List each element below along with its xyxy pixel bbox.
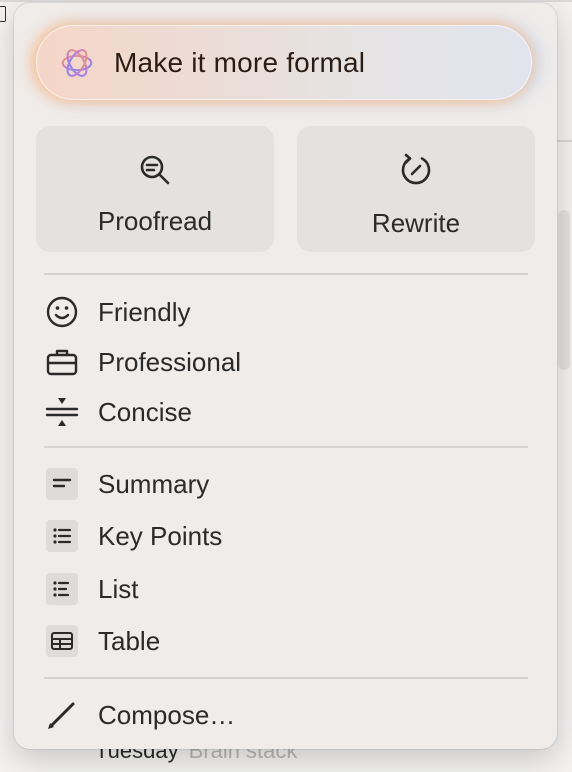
divider [44,677,528,679]
background-left-control [0,0,6,30]
prompt-text: Make it more formal [114,46,366,78]
describe-change-input[interactable]: Make it more formal [36,25,532,100]
list-icon [53,581,70,597]
sparkle-flower-icon [61,48,93,77]
menu-item-summary[interactable]: Summary [44,462,528,506]
divider [44,273,528,275]
rewrite-label: Rewrite [371,208,461,238]
menu-item-label: Friendly [98,296,191,327]
menu-item-label: Compose… [98,699,236,730]
summary-lines-icon [52,478,72,488]
menu-item-label: Concise [98,396,192,427]
proofread-label: Proofread [97,206,213,236]
window-top-edge [0,0,572,2]
proofread-button[interactable]: Proofread [36,126,274,251]
pencil-icon [48,702,75,729]
menu-item-label: Summary [98,468,210,499]
menu-item-professional[interactable]: Professional [44,340,528,384]
table-icon [51,632,73,650]
menu-item-concise[interactable]: Concise [44,390,528,434]
background-scrollbar[interactable] [558,210,570,370]
menu-item-list[interactable]: List [44,567,528,611]
menu-item-compose[interactable]: Compose… [44,693,528,737]
briefcase-icon [46,349,78,376]
magnify-check-icon [140,155,170,185]
compress-icon [45,398,79,426]
menu-item-label: Professional [98,346,242,377]
menu-item-label: Key Points [98,520,223,551]
bullet-list-icon [53,528,72,544]
refresh-circle-icon [401,153,431,185]
writing-tools-popover: Make it more formal Proofread Rewrite Fr… [14,3,557,749]
menu-item-friendly[interactable]: Friendly [44,290,528,334]
menu-item-label: Table [98,625,161,656]
rewrite-button[interactable]: Rewrite [297,126,535,251]
menu-item-label: List [98,573,139,604]
menu-item-table[interactable]: Table [44,619,528,663]
divider [44,446,528,448]
menu-item-key-points[interactable]: Key Points [44,514,528,558]
smiley-icon [46,296,78,328]
